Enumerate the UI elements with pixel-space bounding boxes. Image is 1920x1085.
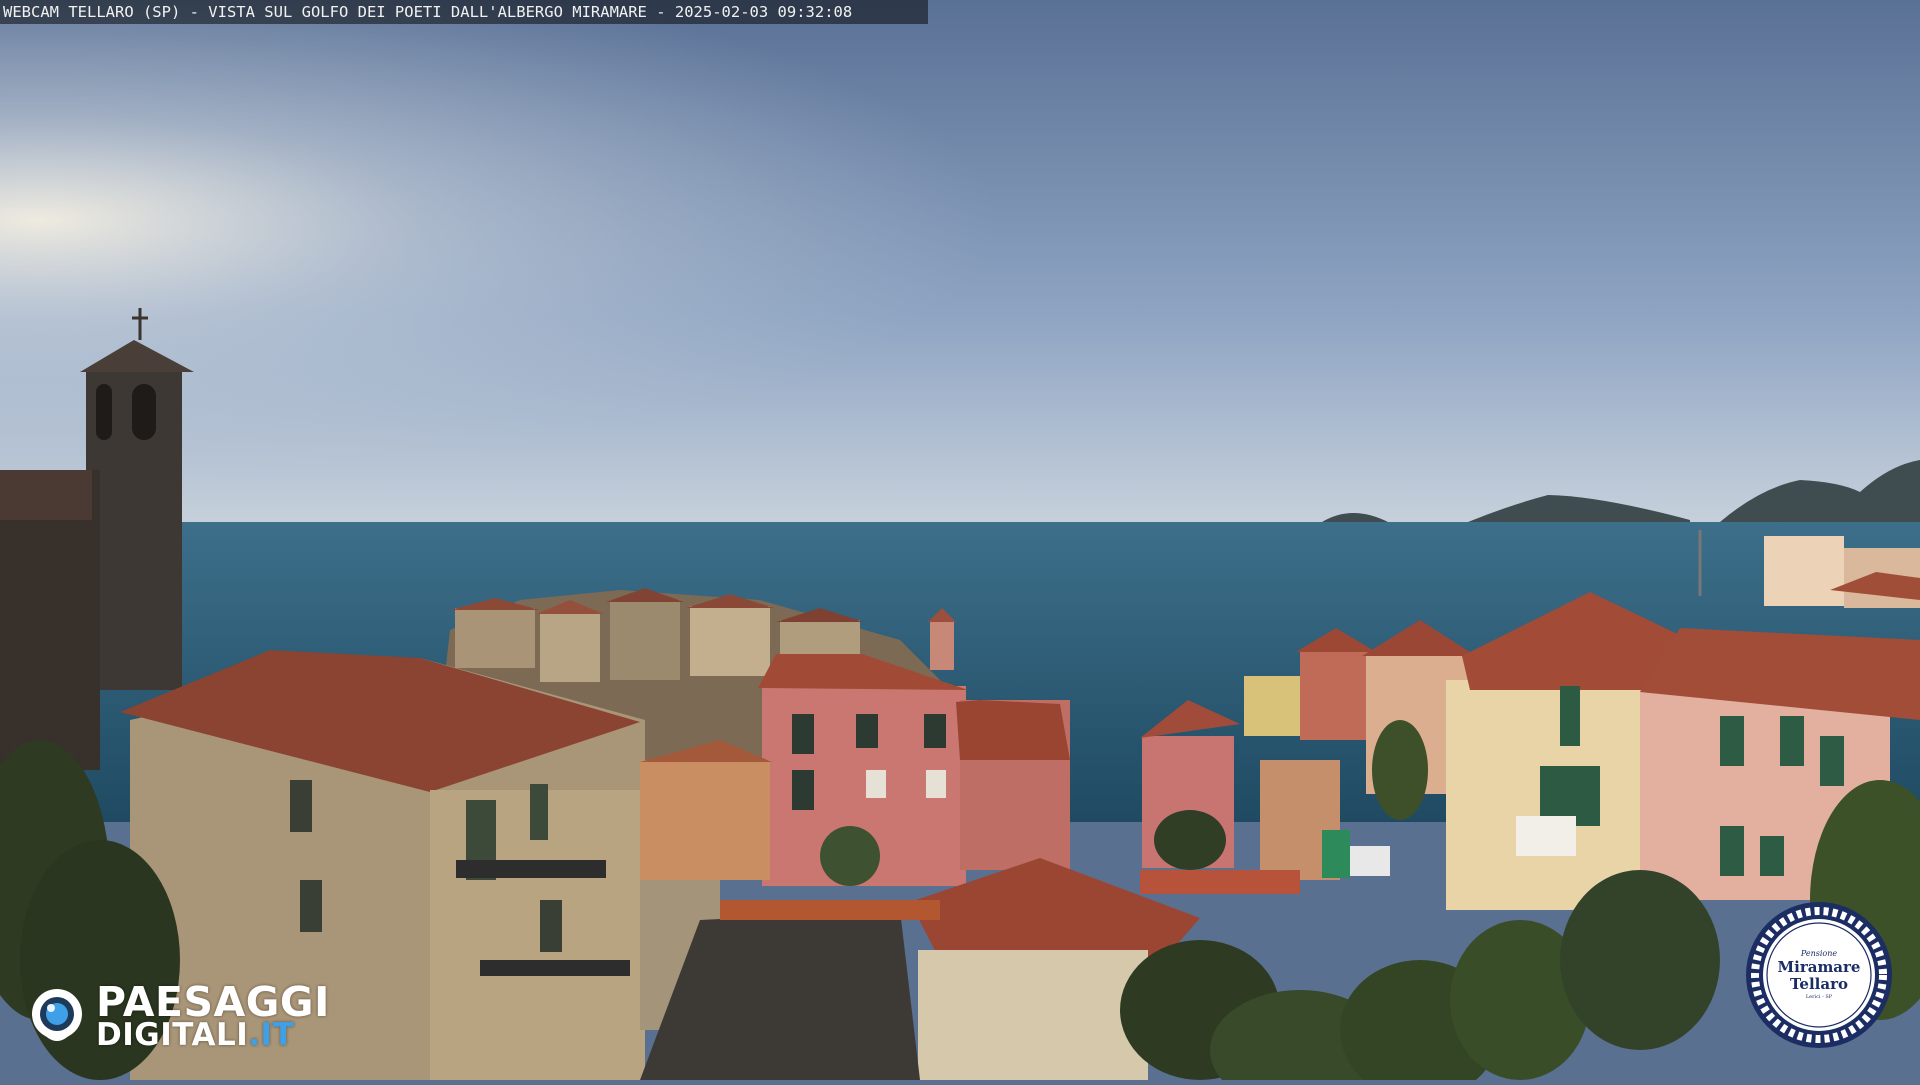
orange-houses <box>640 740 772 880</box>
brand-name-line2: DIGITALI.IT <box>96 1018 294 1052</box>
landscape-image <box>0 0 1920 1085</box>
badge-sub-text: Lerici - SP <box>1805 994 1833 1000</box>
badge-name-line1: Miramare <box>1777 958 1861 976</box>
webcam-caption: WEBCAM TELLARO (SP) - VISTA SUL GOLFO DE… <box>0 0 928 24</box>
webcam-view: WEBCAM TELLARO (SP) - VISTA SUL GOLFO DE… <box>0 0 1920 1085</box>
paesaggi-digitali-logo: PAESAGGI DIGITALI.IT <box>28 980 338 1052</box>
hotel-badge: Pensione Miramare Tellaro Lerici - SP <box>1744 900 1894 1050</box>
badge-text: Pensione Miramare Tellaro Lerici - SP <box>1744 900 1894 1050</box>
brand-name-main: DIGITALI <box>96 1017 249 1053</box>
brand-name-tld: .IT <box>248 1017 295 1053</box>
eye-icon <box>32 989 82 1041</box>
badge-name-line2: Tellaro <box>1789 975 1848 993</box>
